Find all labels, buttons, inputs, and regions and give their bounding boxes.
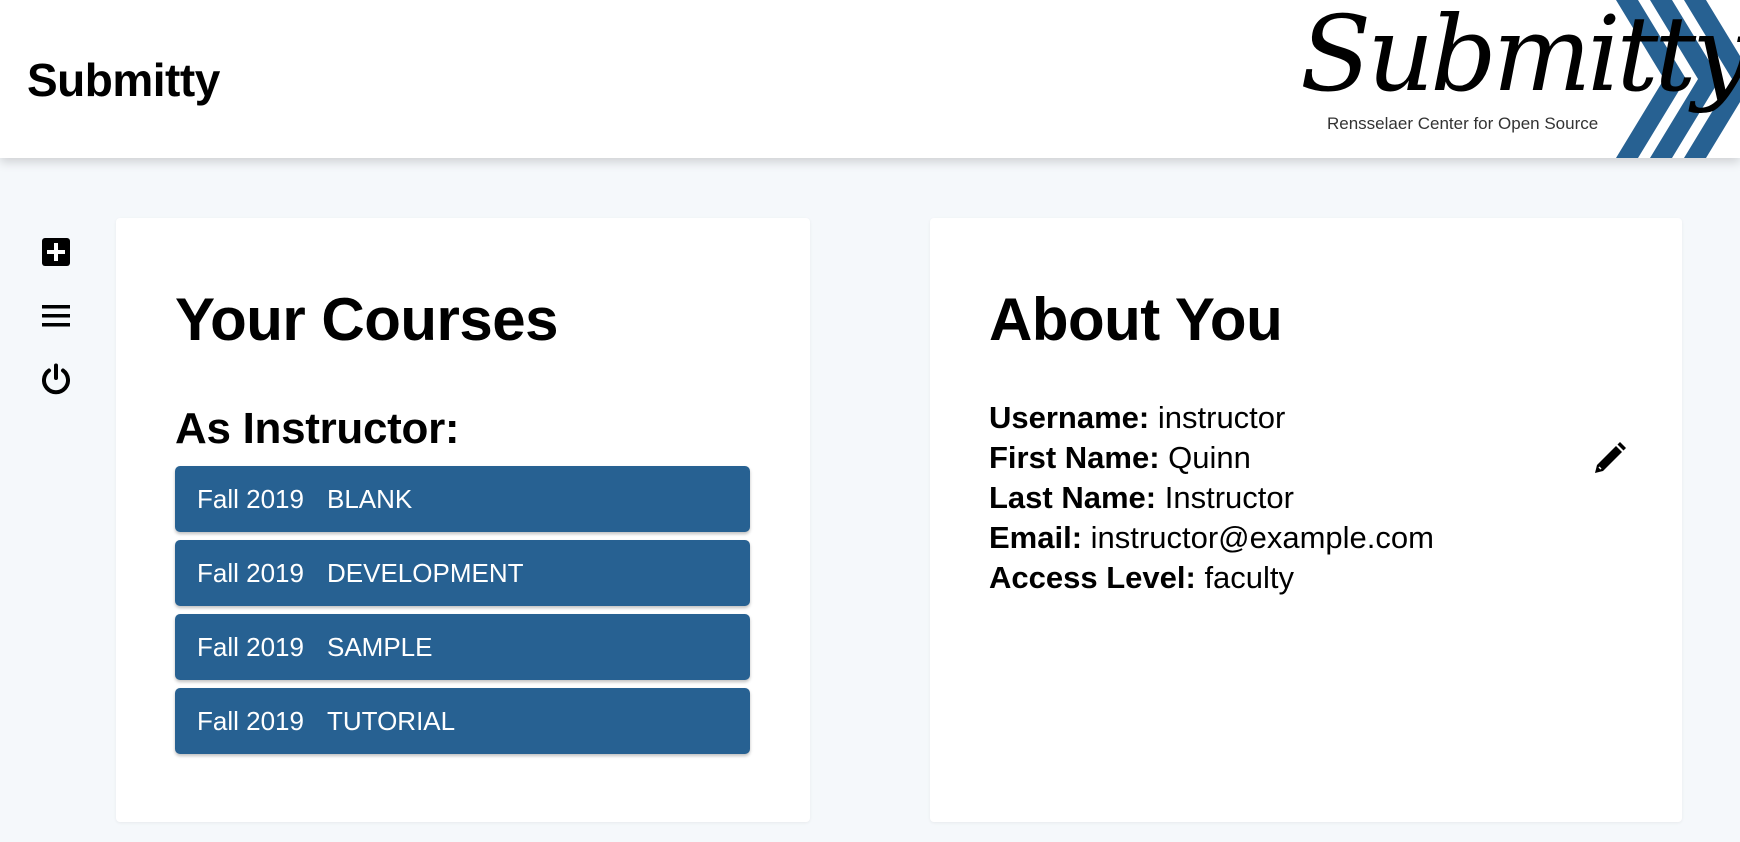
field-value: Quinn: [1168, 440, 1251, 475]
course-button-sample[interactable]: Fall 2019 SAMPLE: [175, 614, 750, 680]
course-name: DEVELOPMENT: [327, 557, 524, 588]
field-label: Last Name:: [989, 480, 1157, 515]
email-row: Email: instructor@example.com: [989, 518, 1434, 558]
last-name-row: Last Name: Instructor: [989, 478, 1434, 518]
field-value: faculty: [1204, 560, 1295, 595]
menu-button[interactable]: [32, 292, 80, 340]
field-value: instructor: [1157, 400, 1286, 435]
logo-subtitle: Rensselaer Center for Open Source: [1327, 114, 1599, 133]
course-name: SAMPLE: [327, 631, 433, 662]
about-fields: Username: instructor First Name: Quinn L…: [989, 398, 1434, 598]
field-label: Username:: [989, 400, 1150, 435]
submitty-logo[interactable]: Submitty Rensselaer Center for Open Sour…: [1300, 0, 1740, 158]
new-course-button[interactable]: [32, 228, 80, 276]
pencil-icon: [1595, 442, 1626, 473]
header: Submitty Submitty Rensselaer Center for …: [0, 0, 1740, 158]
course-name: TUTORIAL: [327, 705, 456, 736]
sidebar: [32, 228, 80, 420]
field-value: Instructor: [1164, 480, 1294, 515]
course-button-tutorial[interactable]: Fall 2019 TUTORIAL: [175, 688, 750, 754]
field-label: First Name:: [989, 440, 1160, 475]
course-list: Fall 2019 BLANK Fall 2019 DEVELOPMENT Fa…: [175, 466, 750, 762]
menu-icon: [42, 305, 70, 327]
logo-wordmark: Submitty: [1300, 0, 1740, 115]
first-name-row: First Name: Quinn: [989, 438, 1434, 478]
course-term: Fall 2019: [197, 631, 304, 662]
field-label: Email:: [989, 520, 1083, 555]
power-icon: [42, 363, 70, 395]
site-title[interactable]: Submitty: [27, 52, 220, 108]
field-value: instructor@example.com: [1090, 520, 1434, 555]
course-term: Fall 2019: [197, 705, 304, 736]
about-card: About You Username: instructor First Nam…: [930, 218, 1682, 822]
field-label: Access Level:: [989, 560, 1196, 595]
courses-title: Your Courses: [175, 286, 558, 353]
about-title: About You: [989, 286, 1283, 353]
instructor-section-title: As Instructor:: [175, 404, 460, 453]
courses-card: Your Courses As Instructor: Fall 2019 BL…: [116, 218, 810, 822]
course-button-blank[interactable]: Fall 2019 BLANK: [175, 466, 750, 532]
plus-square-icon: [42, 238, 70, 266]
logout-button[interactable]: [32, 356, 80, 404]
course-name: BLANK: [327, 483, 413, 514]
course-term: Fall 2019: [197, 557, 304, 588]
course-term: Fall 2019: [197, 483, 304, 514]
username-row: Username: instructor: [989, 398, 1434, 438]
course-button-development[interactable]: Fall 2019 DEVELOPMENT: [175, 540, 750, 606]
edit-name-button[interactable]: [1590, 440, 1628, 478]
access-level-row: Access Level: faculty: [989, 558, 1434, 598]
